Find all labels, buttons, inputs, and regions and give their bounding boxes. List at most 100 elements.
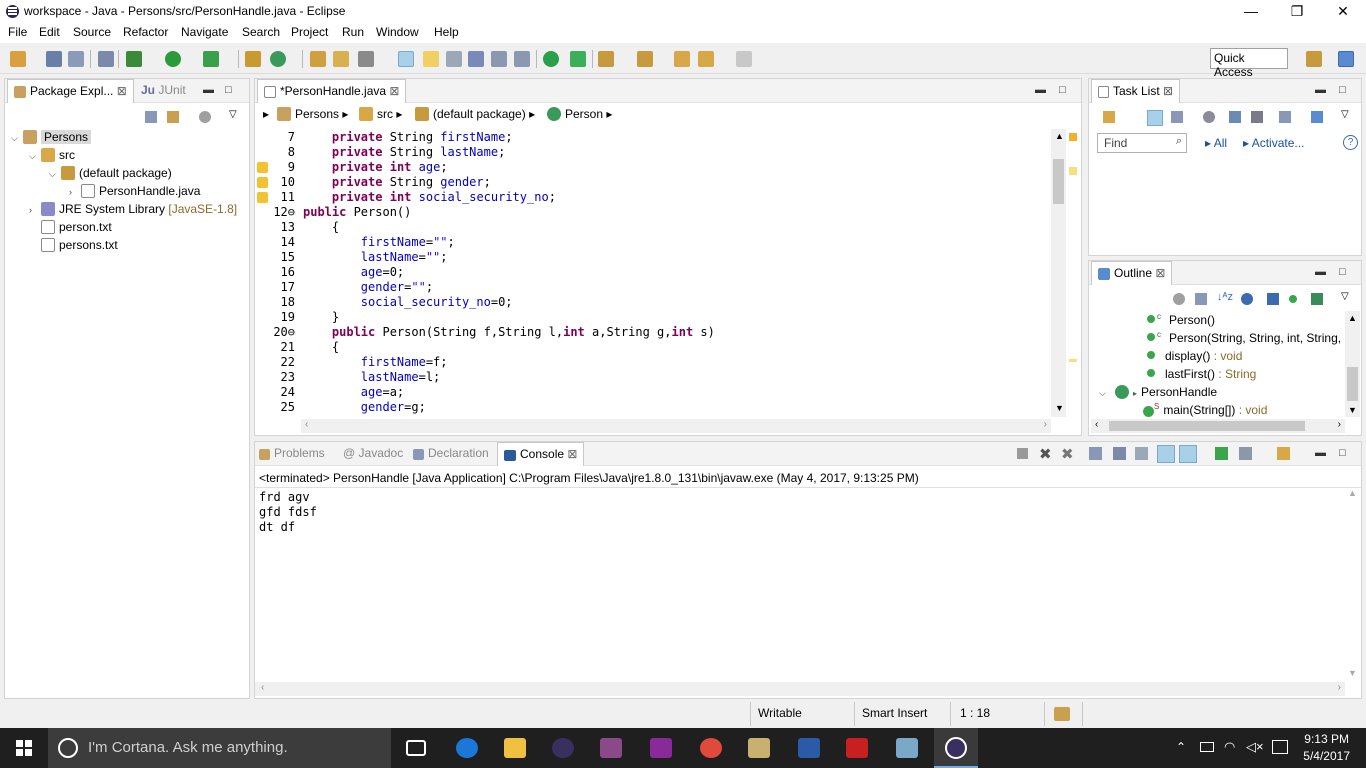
task-view-icon[interactable] <box>406 740 426 756</box>
wifi-icon[interactable]: ◠ <box>1224 739 1235 755</box>
activate-task-link[interactable]: ▸ Activate... <box>1243 136 1304 150</box>
hide-local-types-icon[interactable] <box>1311 293 1323 305</box>
console-horizontal-scrollbar[interactable]: ‹ › <box>255 682 1345 696</box>
editor-vertical-scrollbar[interactable]: ▲ ▼ <box>1051 129 1066 417</box>
display-console-icon[interactable] <box>1239 447 1252 460</box>
stop-icon[interactable] <box>570 51 586 67</box>
code-line[interactable]: private String lastName; <box>303 145 505 160</box>
tree-item-person-txt[interactable]: person.txt <box>41 218 112 236</box>
tree-item-src[interactable]: ⌵ src <box>29 146 75 164</box>
terminate-icon[interactable] <box>1017 448 1028 459</box>
all-tasks-link[interactable]: ▸ All <box>1205 136 1227 150</box>
focus-icon[interactable] <box>1203 111 1215 123</box>
warning-icon[interactable] <box>257 192 268 203</box>
paint-icon[interactable] <box>748 738 770 758</box>
scrollbar-thumb[interactable] <box>1347 367 1358 401</box>
code-line[interactable]: public Person(String f,String l,int a,St… <box>303 325 715 340</box>
tab-javadoc[interactable]: @ Javadoc <box>343 446 403 460</box>
windows-start-icon[interactable] <box>16 740 32 756</box>
code-line[interactable]: { <box>303 340 339 355</box>
new-task-icon[interactable] <box>1103 111 1115 123</box>
block-selection-icon[interactable] <box>446 51 462 67</box>
save-icon[interactable] <box>46 51 62 67</box>
highlight-icon[interactable] <box>423 51 439 67</box>
cortana-search-box[interactable]: I'm Cortana. Ask me anything. <box>48 728 391 768</box>
minimize-button[interactable]: — <box>1228 0 1274 23</box>
run-icon[interactable] <box>165 51 181 67</box>
breadcrumb-default-package[interactable]: (default package) ▸ <box>415 107 535 121</box>
external-tools-icon[interactable] <box>203 51 219 67</box>
categorized-icon[interactable] <box>1147 110 1163 126</box>
next-annotation-icon[interactable] <box>598 51 614 67</box>
view-menu-icon[interactable]: ▽ <box>1341 291 1349 302</box>
collapse-all-icon[interactable] <box>145 111 157 123</box>
edge-icon[interactable] <box>456 738 478 758</box>
battery-icon[interactable] <box>1200 742 1214 752</box>
scrollbar-thumb[interactable] <box>1109 421 1305 431</box>
open-task-icon[interactable] <box>333 51 349 67</box>
tab-outline[interactable]: Outline ⊠ <box>1091 261 1173 285</box>
hide-static-icon[interactable] <box>1267 293 1279 305</box>
minimize-view-button[interactable]: ▬ <box>203 84 214 96</box>
save-all-icon[interactable] <box>68 51 84 67</box>
toggle-mark-occurrences-icon[interactable] <box>398 51 414 67</box>
eclipse-taskbar-icon[interactable] <box>552 738 574 758</box>
focus-icon[interactable] <box>1173 293 1185 305</box>
outline-horizontal-scrollbar[interactable]: ‹ › <box>1091 419 1345 433</box>
minimize-view-button[interactable]: ▬ <box>1315 84 1326 96</box>
help-icon[interactable]: ? <box>1343 135 1358 150</box>
show-on-stderr-icon[interactable] <box>1179 445 1197 463</box>
acrobat-icon[interactable] <box>846 738 868 758</box>
code-line[interactable]: { <box>303 220 339 235</box>
menu-edit[interactable]: Edit <box>39 25 60 39</box>
new-class-icon[interactable] <box>270 51 286 67</box>
quick-access-field[interactable]: Quick Access <box>1210 48 1288 79</box>
tab-task-list[interactable]: Task List ⊠ <box>1091 79 1181 103</box>
word-wrap-icon[interactable] <box>1135 447 1148 460</box>
link-editor-icon[interactable] <box>167 111 179 123</box>
show-paragraph-icon[interactable] <box>514 51 530 67</box>
search-icon[interactable] <box>358 51 374 67</box>
outline-item[interactable]: c Person() <box>1147 311 1215 329</box>
tree-item-default-package[interactable]: ⌵ (default package) <box>49 164 172 182</box>
word-wrap-icon[interactable] <box>491 51 507 67</box>
outline-class-personhandle[interactable]: ⌵ ▸ PersonHandle <box>1099 383 1217 401</box>
hide-fields-icon[interactable] <box>1241 293 1253 305</box>
show-only-my-tasks-icon[interactable] <box>1251 111 1263 123</box>
focus-icon[interactable] <box>199 111 211 123</box>
task-find-input[interactable]: Find ⌕ <box>1097 133 1187 153</box>
sort-icon[interactable]: ↓ᴬz <box>1217 291 1233 303</box>
word-icon[interactable] <box>798 738 820 758</box>
maximize-view-button[interactable]: □ <box>225 84 232 96</box>
console-output[interactable]: frd agv gfd fdsf dt df <box>255 488 1345 678</box>
console-vertical-scrollbar[interactable]: ▲ ▼ <box>1345 488 1360 682</box>
tree-item-persons-txt[interactable]: persons.txt <box>41 236 118 254</box>
outline-item[interactable]: lastFirst() : String <box>1147 365 1256 383</box>
open-perspective-icon[interactable] <box>1306 51 1322 67</box>
breadcrumb-src[interactable]: src ▸ <box>359 107 402 121</box>
outline-item-main[interactable]: Smain(String[]) : void <box>1143 401 1267 419</box>
remove-launch-icon[interactable]: ✖ <box>1039 445 1052 463</box>
tab-junit[interactable]: Ju JUnit <box>141 83 186 97</box>
volume-icon[interactable]: ◁× <box>1246 739 1264 755</box>
debug-icon[interactable] <box>126 51 142 67</box>
maximize-view-button[interactable]: □ <box>1339 266 1346 278</box>
editor-horizontal-scrollbar[interactable]: ‹ › <box>301 419 1051 433</box>
code-line[interactable]: private int age; <box>303 160 448 175</box>
scroll-lock-icon[interactable] <box>1113 447 1126 460</box>
collapse-all-icon[interactable] <box>1279 111 1291 123</box>
code-line[interactable]: lastName=l; <box>303 370 440 385</box>
app-icon[interactable] <box>896 738 918 758</box>
menu-window[interactable]: Window <box>376 25 419 39</box>
onenote-icon[interactable] <box>650 738 672 758</box>
minimize-view-button[interactable]: ▬ <box>1315 447 1326 459</box>
open-type-icon[interactable] <box>310 51 326 67</box>
scrollbar-thumb[interactable] <box>1053 159 1064 204</box>
code-line[interactable]: age=0; <box>303 265 404 280</box>
tree-item-jre-library[interactable]: › JRE System Library [JavaSE-1.8] <box>29 200 237 218</box>
warning-icon[interactable] <box>257 162 268 173</box>
previous-annotation-icon[interactable] <box>637 51 653 67</box>
new-java-project-icon[interactable] <box>245 51 261 67</box>
remove-all-icon[interactable]: ✖ <box>1061 445 1074 463</box>
terminal-icon[interactable] <box>543 51 559 67</box>
